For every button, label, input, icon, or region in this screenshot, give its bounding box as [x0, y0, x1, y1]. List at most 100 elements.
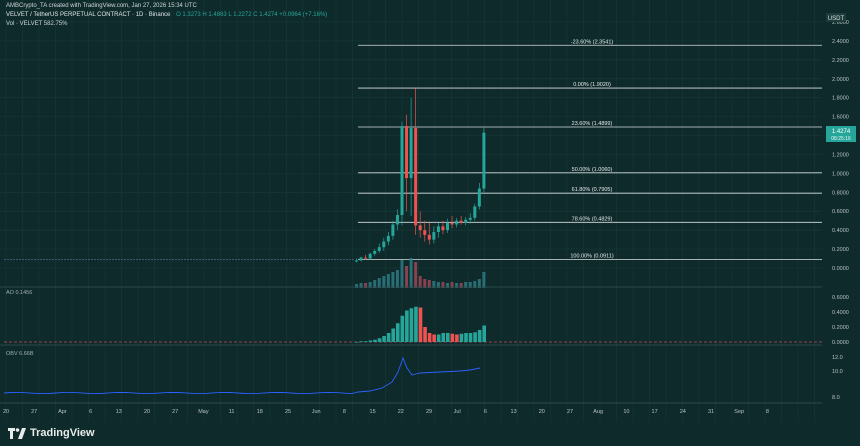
ao-bar	[473, 332, 477, 342]
ao-bar	[450, 333, 455, 342]
tradingview-watermark[interactable]: TradingView	[8, 427, 95, 439]
chart-credit: AMBCrypto_TA created with TradingView.co…	[6, 3, 197, 9]
price-tick-label: 2.2000	[832, 58, 849, 64]
ao-tick-label: 0.4000	[832, 310, 849, 316]
price-tick-label: 1.8000	[832, 96, 849, 102]
volume-legend: Vol · VELVET 582.75%	[6, 21, 68, 27]
candle-body	[373, 250, 377, 254]
ao-bar	[377, 338, 382, 342]
ao-bar	[464, 333, 468, 342]
time-tick-label: 20	[144, 409, 150, 415]
time-tick-label: 13	[511, 409, 517, 415]
obv-line	[3, 356, 481, 395]
price-tick-label: 0.0000	[832, 266, 849, 272]
candle-body	[473, 206, 477, 218]
ao-bar	[400, 315, 405, 342]
time-tick-label: 6	[89, 409, 92, 415]
ao-bar	[441, 333, 446, 342]
time-tick-label: Sep	[734, 409, 744, 415]
ao-bar	[459, 333, 464, 342]
candle-body	[414, 127, 418, 226]
candle-body	[468, 217, 472, 220]
candle-body	[441, 226, 445, 231]
time-tick-label: 10	[623, 409, 629, 415]
candle-body	[377, 247, 381, 251]
volume-bars	[355, 258, 486, 288]
ao-bar	[391, 328, 395, 342]
time-axis[interactable]: 20 27 Apr 6 13 20 27 May 11 18 25 Jun 8 15 22 29 Jul 6 13 2…	[3, 409, 769, 415]
time-tick-label: 18	[257, 409, 263, 415]
time-tick-label: Jun	[312, 409, 321, 415]
ao-bar	[382, 336, 386, 342]
ao-bar	[468, 333, 473, 342]
candle-body	[400, 126, 404, 216]
ao-bar	[427, 333, 432, 342]
ao-bar	[436, 334, 441, 342]
time-tick-label: May	[198, 409, 209, 415]
candle-body	[368, 253, 372, 259]
fib-level-label: 0.00% (1.9020)	[573, 82, 611, 88]
obv-legend: OBV 6.66B	[6, 351, 34, 357]
volume-bar	[395, 270, 399, 288]
candle-body	[432, 232, 436, 240]
tradingview-logo-text: TradingView	[30, 427, 95, 439]
ao-bar	[386, 333, 391, 342]
ao-bar	[364, 341, 368, 342]
ao-bar	[414, 306, 418, 342]
candle-body	[459, 220, 463, 223]
fib-level-label: 100.00% (0.0911)	[570, 253, 613, 259]
candle-body	[355, 260, 358, 262]
fibonacci-retracement[interactable]: -23.60% (2.3541) 0.00% (1.9020) 23.60% (1.…	[358, 39, 822, 260]
chart-canvas[interactable]: -23.60% (2.3541) 0.00% (1.9020) 23.60% (1.…	[0, 0, 860, 446]
price-axis[interactable]: 2.60002.40002.20002.00001.80001.60001.40…	[832, 20, 849, 401]
candle-body	[482, 132, 486, 189]
price-tick-label: 0.2000	[832, 247, 849, 253]
time-tick-label: 24	[680, 409, 686, 415]
ao-bar	[355, 342, 359, 343]
candlestick-series	[4, 88, 486, 263]
volume-bar	[405, 266, 409, 288]
fib-level-label: -23.60% (2.3541)	[571, 39, 614, 45]
time-tick-label: 13	[116, 409, 122, 415]
time-tick-label: 29	[426, 409, 432, 415]
ao-bar	[368, 340, 373, 342]
ao-bar	[482, 325, 486, 342]
obv-tick-label: 10.0	[832, 369, 843, 375]
symbol-line: VELVET / TetherUS PERPETUAL CONTRACT · 1…	[6, 12, 327, 18]
candle-body	[395, 215, 399, 225]
time-tick-label: 27	[172, 409, 178, 415]
price-tick-label: 2.4000	[832, 39, 849, 45]
fib-level-label: 50.00% (1.0060)	[572, 167, 613, 173]
price-tick-label: 0.8000	[832, 190, 849, 196]
time-tick-label: 20	[3, 409, 9, 415]
time-tick-label: 22	[398, 409, 404, 415]
candle-body	[382, 241, 386, 248]
ao-bar	[423, 327, 427, 342]
candle-body	[391, 224, 395, 236]
ao-bar	[405, 310, 409, 342]
time-tick-label: 6	[484, 409, 487, 415]
symbol-title[interactable]: VELVET / TetherUS PERPETUAL CONTRACT · 1…	[6, 12, 170, 18]
candle-body	[477, 188, 481, 207]
candle-body	[427, 234, 431, 240]
ao-bar	[446, 333, 450, 342]
volume-bar	[382, 276, 386, 288]
time-tick-label: 17	[652, 409, 658, 415]
time-tick-label: 8	[766, 409, 769, 415]
volume-bar	[414, 262, 418, 288]
candle-body	[423, 230, 427, 235]
time-tick-label: Aug	[593, 409, 603, 415]
ao-tick-label: 0.6000	[832, 295, 849, 301]
fib-level-label: 23.60% (1.4899)	[572, 121, 613, 127]
ao-bar	[455, 334, 459, 342]
fib-level-label: 78.60% (0.4829)	[572, 216, 613, 222]
volume-bar	[418, 276, 422, 288]
last-price-value: 1.4274	[832, 129, 851, 135]
time-tick-label: 15	[370, 409, 376, 415]
candle-body	[386, 235, 390, 242]
time-tick-label: Apr	[58, 409, 67, 415]
candle-body	[450, 222, 454, 225]
candle-body	[409, 127, 413, 179]
obv-tick-label: 12.0	[832, 355, 843, 361]
candle-body	[405, 126, 409, 179]
